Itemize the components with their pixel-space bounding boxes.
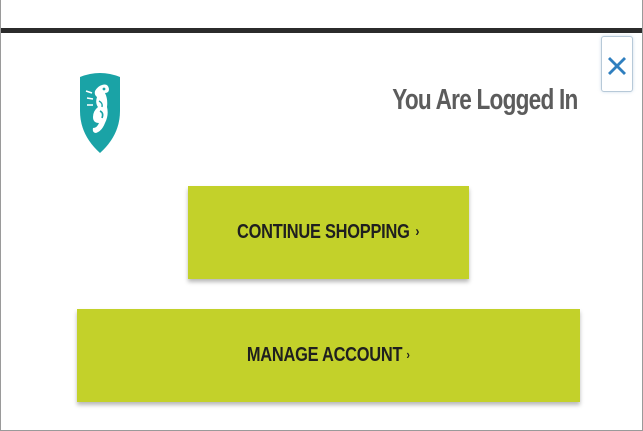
chevron-right-icon: › [406, 347, 411, 362]
manage-account-label-wrap: MANAGE ACCOUNT › [247, 344, 410, 367]
continue-shopping-label: CONTINUE SHOPPING [237, 221, 411, 243]
manage-account-button[interactable]: MANAGE ACCOUNT › [77, 309, 580, 402]
chevron-right-icon: › [415, 223, 420, 240]
seahorse-shield-logo [80, 73, 120, 153]
continue-shopping-button[interactable]: CONTINUE SHOPPING › [188, 186, 469, 279]
top-tick [89, 28, 91, 31]
continue-shopping-label-wrap: CONTINUE SHOPPING › [237, 221, 419, 244]
close-icon [608, 57, 626, 75]
manage-account-label: MANAGE ACCOUNT [247, 344, 403, 366]
login-confirmation-dialog: You Are Logged In CONTINUE SHOPPING › MAN… [0, 0, 643, 431]
top-tick [57, 28, 59, 31]
top-strip [1, 0, 642, 28]
page-title: You Are Logged In [392, 84, 579, 116]
top-divider-bar [1, 28, 642, 33]
close-button[interactable] [601, 36, 633, 92]
